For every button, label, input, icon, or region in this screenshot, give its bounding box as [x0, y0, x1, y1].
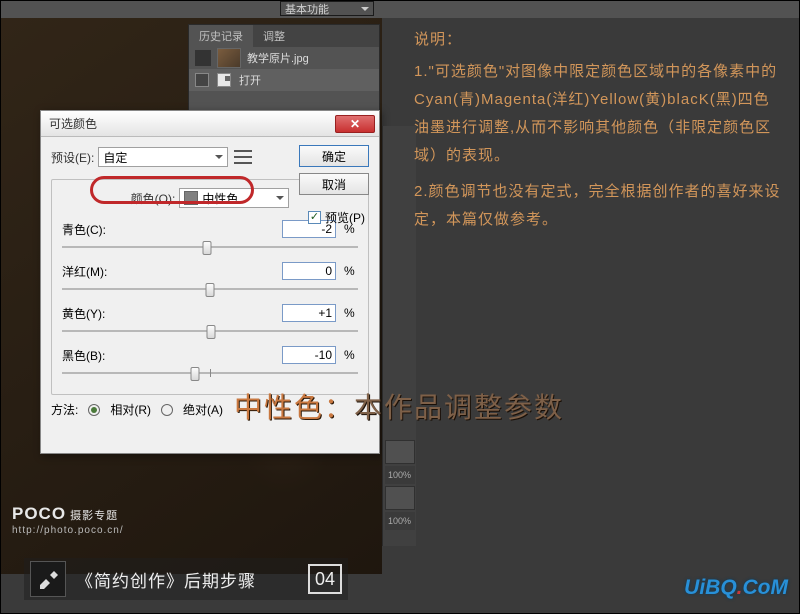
- poco-watermark: POCO 摄影专题 http://photo.poco.cn/: [12, 504, 124, 536]
- percent-label: %: [344, 306, 358, 320]
- poco-topic: 摄影专题: [70, 510, 118, 522]
- close-button[interactable]: ✕: [335, 115, 375, 133]
- cancel-button[interactable]: 取消: [299, 173, 369, 195]
- workspace-dropdown[interactable]: 基本功能: [280, 1, 374, 16]
- close-icon: ✕: [350, 117, 360, 131]
- right-panel-strip: 100% 100%: [382, 126, 416, 546]
- cyan-label: 青色(C):: [62, 221, 118, 238]
- fill-value[interactable]: 100%: [385, 512, 415, 530]
- chevron-down-icon: [276, 196, 284, 204]
- tutorial-step-bar: 《简约创作》后期步骤 04: [24, 558, 348, 600]
- yellow-slider[interactable]: [62, 324, 358, 338]
- black-label: 黑色(B):: [62, 347, 118, 364]
- poco-brand: POCO: [12, 504, 66, 523]
- history-checkbox[interactable]: [195, 73, 209, 87]
- workspace-label: 基本功能: [285, 1, 329, 17]
- color-swatch-icon: [184, 191, 198, 205]
- opacity-value[interactable]: 100%: [385, 466, 415, 484]
- magenta-label: 洋红(M):: [62, 263, 118, 280]
- history-step-row[interactable]: 打开: [189, 69, 379, 91]
- percent-label: %: [344, 264, 358, 278]
- ok-button[interactable]: 确定: [299, 145, 369, 167]
- panel-icon[interactable]: [385, 440, 415, 464]
- colors-dropdown[interactable]: 中性色: [179, 188, 289, 208]
- absolute-label: 绝对(A): [183, 401, 223, 418]
- tab-history[interactable]: 历史记录: [189, 25, 253, 47]
- percent-label: %: [344, 348, 358, 362]
- preset-dropdown[interactable]: 自定: [98, 147, 228, 167]
- magenta-input[interactable]: [282, 262, 336, 280]
- preset-label: 预设(E):: [51, 149, 94, 166]
- brush-icon: [36, 567, 60, 591]
- preset-menu-icon[interactable]: [234, 150, 252, 164]
- tutorial-explanation: 说明： 1."可选颜色"对图像中限定颜色区域中的各像素中的Cyan(青)Mage…: [414, 26, 784, 238]
- method-label: 方法:: [51, 401, 78, 418]
- relative-label: 相对(R): [110, 401, 151, 418]
- overlay-heading: 中性色：本作品调整参数: [234, 386, 564, 426]
- relative-radio[interactable]: [88, 404, 100, 416]
- tab-adjustments[interactable]: 调整: [253, 25, 295, 47]
- preview-label: 预览(P): [325, 209, 365, 226]
- snapshot-label: 教学原片.jpg: [247, 50, 309, 66]
- dialog-title: 可选颜色: [49, 115, 97, 132]
- explain-p2: 2.颜色调节也没有定式，完全根据创作者的喜好来设定，本篇仅做参考。: [414, 178, 784, 234]
- history-snapshot-row[interactable]: 教学原片.jpg: [189, 47, 379, 69]
- absolute-radio[interactable]: [161, 404, 173, 416]
- app-toolbar: [0, 0, 800, 18]
- colors-label: 颜色(O):: [131, 190, 176, 207]
- tutorial-icon: [30, 561, 66, 597]
- explain-heading: 说明：: [414, 26, 784, 54]
- explain-p1: 1."可选颜色"对图像中限定颜色区域中的各像素中的Cyan(青)Magenta(…: [414, 58, 784, 170]
- cyan-slider[interactable]: [62, 240, 358, 254]
- tutorial-step-number: 04: [308, 564, 342, 594]
- panel-icon[interactable]: [385, 486, 415, 510]
- preset-value: 自定: [103, 149, 127, 166]
- chevron-down-icon: [215, 155, 223, 163]
- history-step-label: 打开: [239, 72, 261, 88]
- yellow-label: 黄色(Y):: [62, 305, 118, 322]
- poco-url: http://photo.poco.cn/: [12, 525, 124, 536]
- dialog-titlebar[interactable]: 可选颜色 ✕: [41, 111, 379, 137]
- tutorial-title: 《简约创作》后期步骤: [76, 567, 256, 592]
- overlay-prefix: 中性色：: [234, 392, 354, 423]
- uibq-a: UiBQ: [684, 576, 737, 599]
- uibq-c: CoM: [743, 576, 789, 599]
- black-input[interactable]: [282, 346, 336, 364]
- open-file-icon: [217, 73, 231, 87]
- overlay-suffix: 本作品调整参数: [354, 392, 564, 423]
- magenta-slider[interactable]: [62, 282, 358, 296]
- yellow-input[interactable]: [282, 304, 336, 322]
- black-slider[interactable]: [62, 366, 358, 380]
- colors-value: 中性色: [202, 190, 238, 207]
- uibq-watermark: UiBQ.CoM: [684, 576, 788, 600]
- preview-checkbox[interactable]: ✓: [308, 211, 321, 224]
- snapshot-thumbnail: [217, 48, 241, 68]
- chevron-down-icon: [361, 7, 369, 15]
- history-brush-icon: [195, 50, 211, 66]
